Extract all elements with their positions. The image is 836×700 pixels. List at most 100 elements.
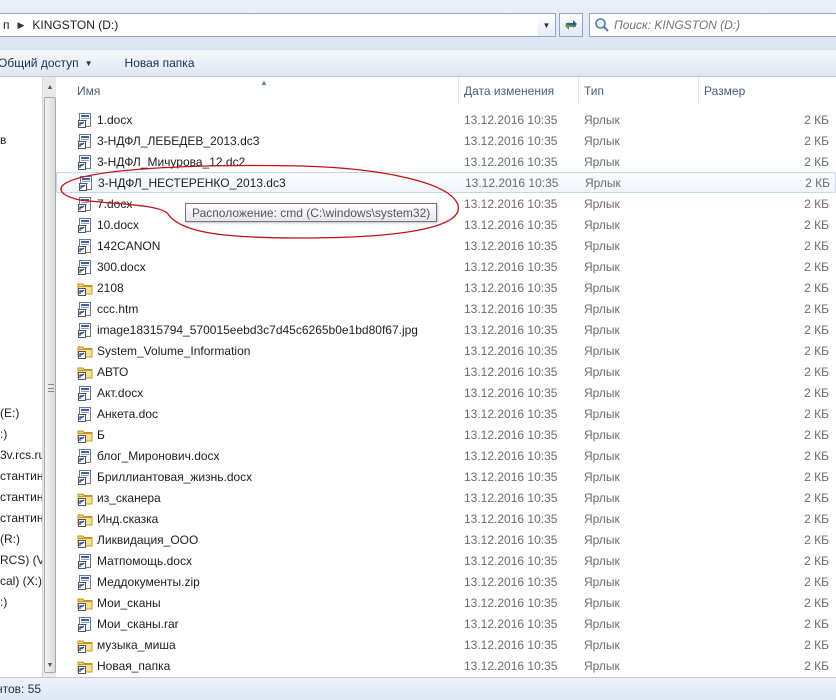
nav-item[interactable]: стантин <box>0 511 42 525</box>
file-row[interactable]: 10.docx 13.12.2016 10:35 Ярлык 2 КБ <box>56 214 836 235</box>
nav-scrollbar[interactable]: ▲ ▼ <box>42 77 56 677</box>
file-row[interactable]: 3-НДФЛ_ЛЕБЕДЕВ_2013.dc3 13.12.2016 10:35 Я… <box>56 130 836 151</box>
file-size: 2 КБ <box>804 511 829 526</box>
scroll-up-icon[interactable]: ▲ <box>44 81 56 95</box>
file-row[interactable]: блог_Миронович.docx 13.12.2016 10:35 Ярлык… <box>56 445 836 466</box>
search-box[interactable] <box>589 13 836 37</box>
file-name-cell[interactable]: блог_Миронович.docx <box>56 448 459 464</box>
file-name-cell[interactable]: Инд.сказка <box>56 511 459 527</box>
file-name-cell[interactable]: Матпомощь.docx <box>56 553 459 569</box>
file-name-cell[interactable]: 300.docx <box>56 259 459 275</box>
file-name: Ликвидация_ООО <box>97 532 199 547</box>
file-row[interactable]: 142CANON 13.12.2016 10:35 Ярлык 2 КБ <box>56 235 836 256</box>
file-name-cell[interactable]: 3-НДФЛ_НЕСТЕРЕНКО_2013.dc3 <box>57 175 460 191</box>
file-name-cell[interactable]: Ликвидация_ООО <box>56 532 459 548</box>
file-row[interactable]: Анкета.doc 13.12.2016 10:35 Ярлык 2 КБ <box>56 403 836 424</box>
file-row[interactable]: 3-НДФЛ_Мичурова_12.dc2 13.12.2016 10:35 Яр… <box>56 151 836 172</box>
file-row[interactable]: Инд.сказка 13.12.2016 10:35 Ярлык 2 КБ <box>56 508 836 529</box>
file-row[interactable]: 3-НДФЛ_НЕСТЕРЕНКО_2013.dc3 13.12.2016 10:… <box>56 172 836 193</box>
scroll-thumb[interactable] <box>44 97 56 673</box>
file-name-cell[interactable]: image18315794_570015eebd3c7d45c6265b0e1b… <box>56 322 459 338</box>
nav-item[interactable]: в <box>0 133 42 147</box>
nav-item[interactable]: 3v.rcs.ru <box>0 448 42 462</box>
file-name: 142CANON <box>97 238 161 253</box>
address-row: п ▶ KINGSTON (D:) ▼ <box>0 0 836 50</box>
address-dropdown-icon[interactable]: ▼ <box>538 13 556 37</box>
file-date: 13.12.2016 10:35 <box>464 553 558 568</box>
file-name-cell[interactable]: 2108 <box>56 280 459 296</box>
address-bar[interactable]: п ▶ KINGSTON (D:) <box>0 13 553 37</box>
file-row[interactable]: Бриллиантовая_жизнь.docx 13.12.2016 10:35… <box>56 466 836 487</box>
share-button[interactable]: Общий доступ ▼ <box>0 56 107 70</box>
file-date: 13.12.2016 10:35 <box>464 616 558 631</box>
file-name-cell[interactable]: 142CANON <box>56 238 459 254</box>
nav-item[interactable]: :) <box>0 427 42 441</box>
search-input[interactable] <box>614 18 834 32</box>
file-name-cell[interactable]: 3-НДФЛ_ЛЕБЕДЕВ_2013.dc3 <box>56 133 459 149</box>
file-size: 2 КБ <box>804 343 829 358</box>
file-name-cell[interactable]: музыка_миша <box>56 637 459 653</box>
file-name-cell[interactable]: Мои_сканы <box>56 595 459 611</box>
breadcrumb-separator-icon[interactable]: ▶ <box>14 20 29 31</box>
file-row[interactable]: ccc.htm 13.12.2016 10:35 Ярлык 2 КБ <box>56 298 836 319</box>
file-row[interactable]: из_сканера 13.12.2016 10:35 Ярлык 2 КБ <box>56 487 836 508</box>
file-row[interactable]: Мои_сканы.rar 13.12.2016 10:35 Ярлык 2 КБ <box>56 613 836 634</box>
file-name-cell[interactable]: Бриллиантовая_жизнь.docx <box>56 469 459 485</box>
file-name-cell[interactable]: ccc.htm <box>56 301 459 317</box>
file-name-cell[interactable]: Мои_сканы.rar <box>56 616 459 632</box>
file-row[interactable]: Мои_сканы 13.12.2016 10:35 Ярлык 2 КБ <box>56 592 836 613</box>
nav-item[interactable]: cal) (X:) <box>0 574 42 588</box>
refresh-button[interactable] <box>559 13 583 37</box>
status-bar: нтов: 55 <box>0 677 836 700</box>
file-name-cell[interactable]: Б <box>56 427 459 443</box>
nav-item[interactable]: (R:) <box>0 532 42 546</box>
breadcrumb-item-current[interactable]: KINGSTON (D:) <box>28 18 122 32</box>
file-row[interactable]: музыка_миша 13.12.2016 10:35 Ярлык 2 КБ <box>56 634 836 655</box>
file-row[interactable]: Б 13.12.2016 10:35 Ярлык 2 КБ <box>56 424 836 445</box>
file-row[interactable]: 7.docx 13.12.2016 10:35 Ярлык 2 КБ <box>56 193 836 214</box>
file-name: из_сканера <box>97 490 161 505</box>
file-row[interactable]: Ликвидация_ООО 13.12.2016 10:35 Ярлык 2 КБ <box>56 529 836 550</box>
file-name-cell[interactable]: Акт.docx <box>56 385 459 401</box>
nav-item[interactable]: стантин <box>0 469 42 483</box>
file-name-cell[interactable]: АВТО <box>56 364 459 380</box>
file-row[interactable]: АВТО 13.12.2016 10:35 Ярлык 2 КБ <box>56 361 836 382</box>
folder-shortcut-icon <box>77 637 93 653</box>
file-row[interactable]: Меддокументы.zip 13.12.2016 10:35 Ярлык 2 К… <box>56 571 836 592</box>
file-name: 2108 <box>97 280 124 295</box>
scroll-down-icon[interactable]: ▼ <box>44 659 56 673</box>
nav-item[interactable]: (E:) <box>0 406 42 420</box>
nav-item[interactable]: RCS) (V: <box>0 553 42 567</box>
file-type: Ярлык <box>584 658 620 673</box>
file-name-cell[interactable]: System_Volume_Information <box>56 343 459 359</box>
file-date: 13.12.2016 10:35 <box>464 343 558 358</box>
file-row[interactable]: System_Volume_Information 13.12.2016 10:3… <box>56 340 836 361</box>
column-date-label: Дата изменения <box>464 84 555 98</box>
file-row[interactable]: Новая_папка 13.12.2016 10:35 Ярлык 2 КБ <box>56 655 836 676</box>
file-row[interactable]: 1.docx 13.12.2016 10:35 Ярлык 2 КБ <box>56 109 836 130</box>
new-folder-button[interactable]: Новая папка <box>125 56 209 70</box>
file-name-cell[interactable]: 1.docx <box>56 112 459 128</box>
file-name: Меддокументы.zip <box>97 574 200 589</box>
file-name-cell[interactable]: 3-НДФЛ_Мичурова_12.dc2 <box>56 154 459 170</box>
file-row[interactable]: 2108 13.12.2016 10:35 Ярлык 2 КБ <box>56 277 836 298</box>
file-row[interactable]: Матпомощь.docx 13.12.2016 10:35 Ярлык 2 КБ <box>56 550 836 571</box>
file-name-cell[interactable]: Анкета.doc <box>56 406 459 422</box>
file-name-cell[interactable]: из_сканера <box>56 490 459 506</box>
column-header-name[interactable]: ▲ Имя <box>56 77 459 105</box>
file-name-cell[interactable]: Новая_папка <box>56 658 459 674</box>
breadcrumb-item[interactable]: п <box>0 18 14 32</box>
nav-item[interactable]: :) <box>0 595 42 609</box>
nav-item[interactable]: стантин <box>0 490 42 504</box>
file-name: 3-НДФЛ_НЕСТЕРЕНКО_2013.dc3 <box>98 175 286 190</box>
file-name-cell[interactable]: Меддокументы.zip <box>56 574 459 590</box>
file-row[interactable]: image18315794_570015eebd3c7d45c6265b0e1b… <box>56 319 836 340</box>
doc-shortcut-icon <box>77 574 93 590</box>
column-header-date[interactable]: Дата изменения <box>459 77 579 105</box>
file-row[interactable]: 300.docx 13.12.2016 10:35 Ярлык 2 КБ <box>56 256 836 277</box>
file-row[interactable]: Акт.docx 13.12.2016 10:35 Ярлык 2 КБ <box>56 382 836 403</box>
refresh-icon <box>565 20 577 30</box>
column-header-type[interactable]: Тип <box>579 77 699 105</box>
folder-shortcut-icon <box>77 364 93 380</box>
column-header-size[interactable]: Размер <box>699 77 836 105</box>
